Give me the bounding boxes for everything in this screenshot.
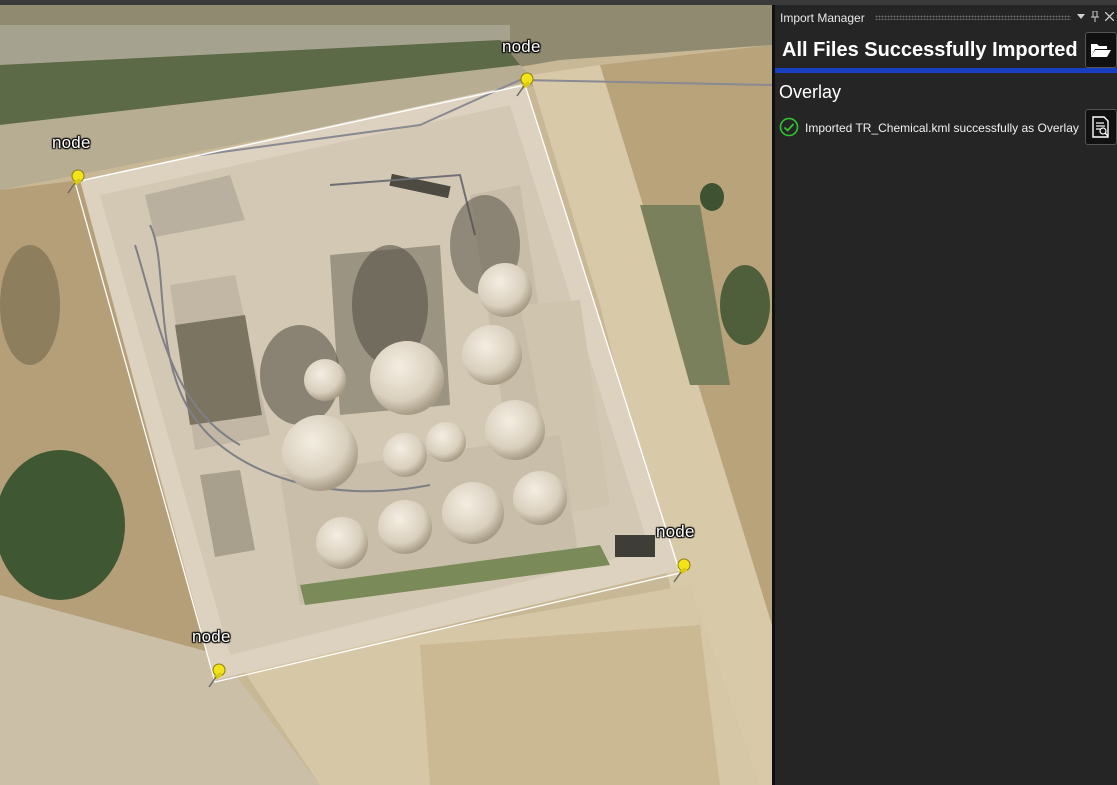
pin-label-bottom: node — [192, 627, 231, 646]
pin-icon[interactable] — [1091, 11, 1099, 22]
import-status-row: Imported TR_Chemical.kml successfully as… — [779, 117, 1085, 139]
pushpin-left-icon[interactable] — [64, 168, 88, 194]
panel-title: Import Manager — [780, 11, 865, 25]
close-icon[interactable] — [1105, 12, 1114, 21]
import-status-message: Imported TR_Chemical.kml successfully as… — [805, 121, 1079, 135]
view-report-button[interactable] — [1085, 109, 1117, 145]
section-title-overlay: Overlay — [779, 82, 842, 102]
header-accent-bar — [775, 68, 1117, 73]
import-manager-panel: Import Manager All Files Successfully Im… — [775, 5, 1117, 785]
pushpin-top-icon[interactable] — [513, 71, 537, 97]
pushpin-right-icon[interactable] — [670, 557, 694, 583]
pushpin-bottom-icon[interactable] — [205, 662, 229, 688]
panel-titlebar[interactable]: Import Manager — [775, 5, 1117, 29]
check-circle-icon — [779, 117, 799, 137]
pin-label-left: node — [52, 133, 91, 152]
open-folder-button[interactable] — [1085, 32, 1117, 68]
pin-label-top: node — [502, 37, 541, 56]
pin-label-right: node — [656, 522, 695, 541]
satellite-map-view[interactable]: node node node node — [0, 5, 772, 785]
report-icon — [1092, 116, 1109, 138]
folder-open-icon — [1091, 44, 1111, 57]
dropdown-icon[interactable] — [1077, 14, 1085, 20]
satellite-imagery — [0, 5, 772, 785]
import-result-heading: All Files Successfully Imported — [782, 39, 1078, 61]
titlebar-grip — [875, 15, 1071, 20]
